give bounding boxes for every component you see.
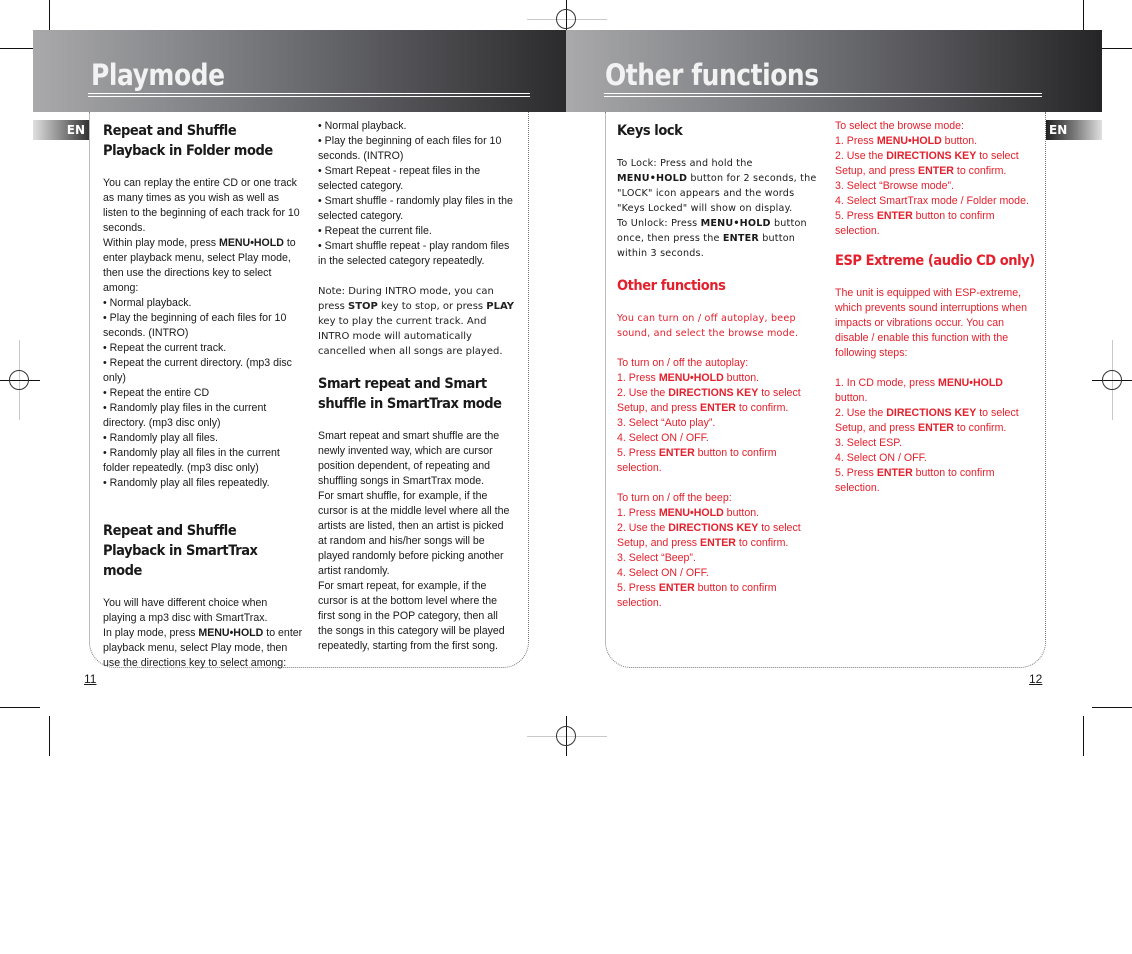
language-tag: EN [33, 120, 89, 140]
step: 4. Select SmartTrax mode / Folder mode. [835, 195, 1029, 207]
autoplay-steps: To turn on / off the autoplay: 1. Press … [617, 356, 817, 476]
step: 5. Press ENTER button to confirm selecti… [835, 210, 995, 237]
section-heading: Keys lock [617, 123, 683, 139]
steps-title: To turn on / off the autoplay: [617, 357, 749, 369]
paragraph: For smart shuffle, for example, if the c… [318, 490, 510, 577]
registration-mark-icon [1102, 370, 1122, 390]
step: 4. Select ON / OFF. [617, 567, 709, 579]
step: 2. Use the DIRECTIONS KEY to select Setu… [617, 387, 801, 414]
steps-title: To select the browse mode: [835, 120, 964, 132]
bullet-item: • Normal playback. [318, 120, 407, 132]
bullet-item: • Normal playback. [103, 297, 192, 309]
step: 5. Press ENTER button to confirm selecti… [617, 447, 777, 474]
bullet-item: • Smart Repeat - repeat files in the sel… [318, 165, 481, 192]
paragraph: The unit is equipped with ESP-extreme, w… [835, 287, 1027, 359]
crop-mark [49, 716, 50, 756]
step: 2. Use the DIRECTIONS KEY to select Setu… [835, 150, 1019, 177]
bullet-item: • Randomly play all files in the current… [103, 447, 280, 474]
esp-steps: 1. In CD mode, press MENU•HOLD button. 2… [835, 376, 1035, 496]
crop-mark [1092, 707, 1132, 708]
registration-mark-icon [556, 9, 576, 29]
title-underline [604, 96, 1042, 97]
left-column-1: Repeat and Shuffle Playback in Folder mo… [103, 121, 303, 671]
step: 2. Use the DIRECTIONS KEY to select Setu… [835, 407, 1019, 434]
paragraph: For smart repeat, for example, if the cu… [318, 580, 505, 652]
bullet-list: • Normal playback. • Play the beginning o… [103, 296, 303, 491]
paragraph: You can turn on / off autoplay, beep sou… [617, 313, 799, 339]
step: 5. Press ENTER button to confirm selecti… [835, 467, 995, 494]
bullet-item: • Play the beginning of each files for 1… [318, 135, 502, 162]
bullet-item: • Repeat the current track. [103, 342, 227, 354]
section-heading: Smart repeat and Smart shuffle in SmartT… [318, 376, 502, 412]
crop-mark [1083, 716, 1084, 756]
title-underline [88, 93, 530, 94]
section-heading: ESP Extreme (audio CD only) [835, 253, 1035, 269]
bullet-item: • Repeat the current directory. (mp3 dis… [103, 357, 292, 384]
paragraph: You can replay the entire CD or one trac… [103, 177, 300, 234]
bullet-item: • Repeat the entire CD [103, 387, 210, 399]
steps-title: To turn on / off the beep: [617, 492, 732, 504]
page-title-playmode: Playmode [91, 58, 225, 92]
registration-mark-icon [9, 370, 29, 390]
page-number: 11 [84, 672, 97, 686]
section-heading: Other functions [617, 278, 726, 294]
bullet-item: • Smart shuffle - randomly play files in… [318, 195, 513, 222]
paragraph: Smart repeat and smart shuffle are the n… [318, 430, 500, 487]
step: 3. Select “Beep”. [617, 552, 696, 564]
step: 4. Select ON / OFF. [835, 452, 927, 464]
step: 1. Press MENU•HOLD button. [617, 507, 760, 519]
step: 5. Press ENTER button to confirm selecti… [617, 582, 777, 609]
title-underline [604, 93, 1042, 94]
step: 2. Use the DIRECTIONS KEY to select Setu… [617, 522, 801, 549]
beep-steps: To turn on / off the beep: 1. Press MENU… [617, 491, 817, 611]
page-title-other-functions: Other functions [605, 58, 819, 92]
right-column-1: Keys lock To Lock: Press and hold the ME… [617, 121, 817, 611]
crop-mark [0, 707, 40, 708]
paragraph: To Lock: Press and hold the MENU•HOLD bu… [617, 158, 817, 214]
title-underline [88, 96, 530, 97]
right-column-2: To select the browse mode: 1. Press MENU… [835, 119, 1035, 496]
browse-steps: To select the browse mode: 1. Press MENU… [835, 119, 1035, 239]
page-number: 12 [1029, 672, 1043, 686]
step: 1. In CD mode, press MENU•HOLD button. [835, 377, 1003, 404]
note: Note: During INTRO mode, you can press S… [318, 286, 515, 357]
paragraph: To Unlock: Press MENU•HOLD button once, … [617, 218, 807, 259]
paragraph: In play mode, press MENU•HOLD to enter p… [103, 627, 303, 669]
bullet-item: • Randomly play all files repeatedly. [103, 477, 270, 489]
bullet-item: • Smart shuffle repeat - play random fil… [318, 240, 510, 267]
step: 1. Press MENU•HOLD button. [617, 372, 760, 384]
step: 1. Press MENU•HOLD button. [835, 135, 978, 147]
bullet-item: • Repeat the current file. [318, 225, 432, 237]
paragraph: Within play mode, press MENU•HOLD to ent… [103, 237, 296, 294]
bullet-item: • Play the beginning of each files for 1… [103, 312, 287, 339]
bullet-item: • Randomly play files in the current dir… [103, 402, 267, 429]
language-tag: EN [1046, 120, 1102, 140]
step: 3. Select “Browse mode”. [835, 180, 954, 192]
step: 4. Select ON / OFF. [617, 432, 709, 444]
paragraph: You will have different choice when play… [103, 597, 268, 624]
step: 3. Select ESP. [835, 437, 902, 449]
section-heading: Repeat and Shuffle Playback in SmartTrax… [103, 523, 258, 579]
left-column-2: • Normal playback. • Play the beginning o… [318, 119, 515, 654]
step: 3. Select “Auto play”. [617, 417, 716, 429]
bullet-list: • Normal playback. • Play the beginning o… [318, 119, 515, 269]
bullet-item: • Randomly play all files. [103, 432, 218, 444]
registration-mark-icon [556, 726, 576, 746]
section-heading: Repeat and Shuffle Playback in Folder mo… [103, 123, 273, 159]
